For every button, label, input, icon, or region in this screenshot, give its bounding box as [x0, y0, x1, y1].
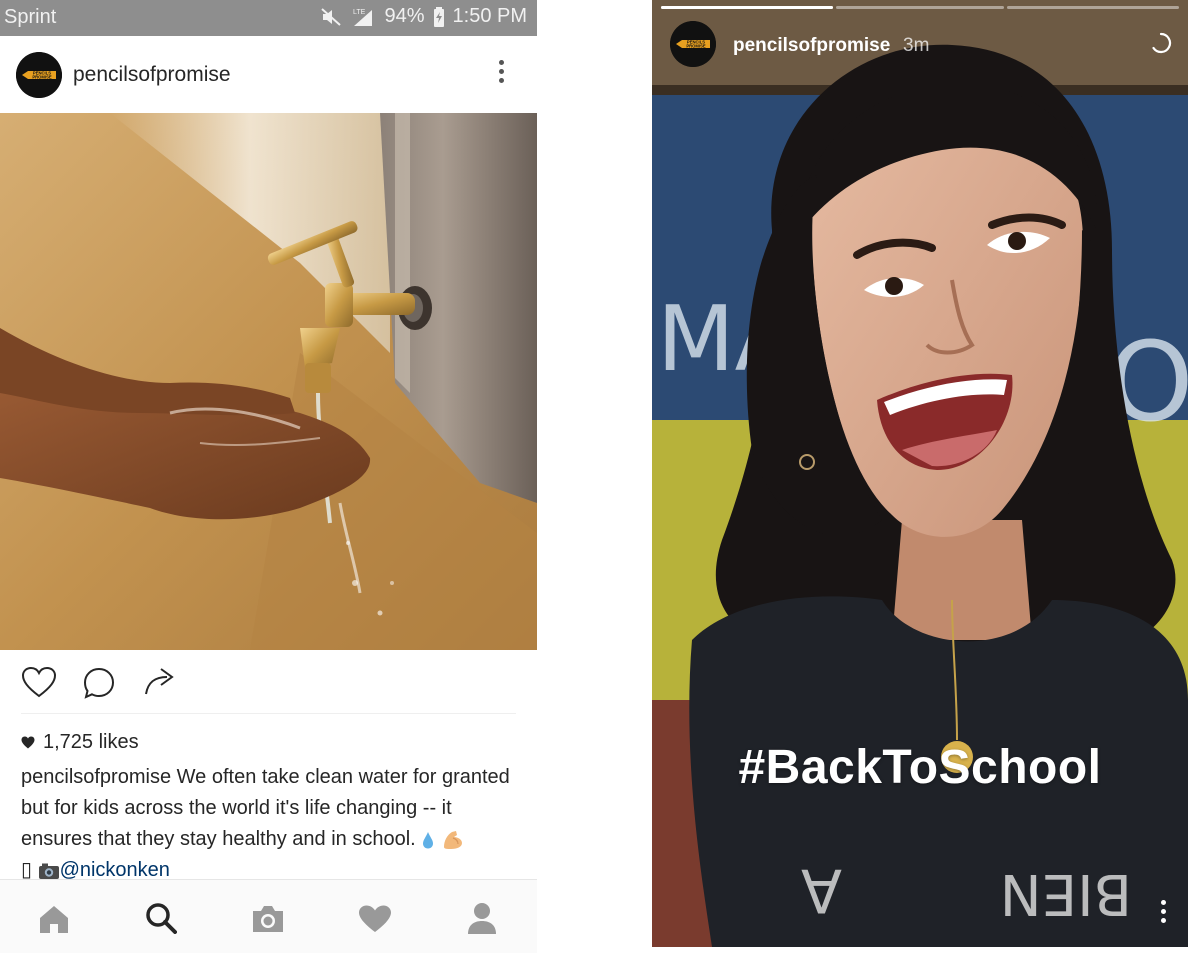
likes-count[interactable]: 1,725 likes [21, 731, 139, 754]
small-heart-icon [21, 736, 35, 749]
status-icons: LTE 94% 1:50 PM [320, 5, 527, 28]
story-header: PENCILS PROMISE pencilsofpromise 3m [652, 18, 1188, 74]
feed-screen: Sprint LTE 94% 1:50 PM PENCILS PROMISE p… [0, 0, 537, 953]
pencils-of-promise-logo-icon: PENCILS PROMISE [16, 52, 62, 98]
story-username[interactable]: pencilsofpromise [733, 35, 890, 57]
comment-icon[interactable] [82, 666, 116, 700]
likes-label: 1,725 likes [43, 731, 139, 753]
post-username[interactable]: pencilsofpromise [73, 63, 231, 87]
story-timestamp: 3m [903, 35, 930, 56]
flexed-biceps-emoji-icon [443, 830, 462, 849]
caption-username[interactable]: pencilsofpromise [21, 766, 171, 788]
bottom-navigation [0, 879, 537, 953]
story-avatar[interactable]: PENCILS PROMISE [670, 21, 716, 67]
shirt-print-right: BIEN [1000, 861, 1132, 926]
camera-emoji-icon [38, 863, 59, 879]
post-actions [0, 650, 537, 714]
home-icon[interactable] [38, 904, 70, 934]
more-options-icon[interactable] [497, 60, 505, 88]
search-icon[interactable] [145, 902, 177, 934]
activity-heart-icon[interactable] [358, 904, 392, 934]
clock: 1:50 PM [452, 5, 527, 27]
story-pencils-of-promise-logo-icon: PENCILS PROMISE [670, 21, 716, 67]
post-header: PENCILS PROMISE pencilsofpromise [0, 36, 537, 113]
story-hashtag-sticker[interactable]: #BackToSchool [652, 740, 1188, 795]
hands-under-tap-photo [0, 113, 537, 650]
status-bar: Sprint LTE 94% 1:50 PM [0, 0, 537, 36]
profile-icon[interactable] [466, 902, 498, 936]
loading-spinner-icon [1152, 32, 1172, 54]
share-icon[interactable] [143, 666, 177, 698]
battery-percent: 94% [384, 5, 425, 27]
avatar[interactable]: PENCILS PROMISE [16, 52, 62, 98]
caption-mention[interactable]: @nickonken [60, 859, 170, 881]
mute-icon [321, 7, 342, 26]
avatar-logo-line-2: PROMISE [32, 75, 52, 80]
story-avatar-logo-line-2: PROMISE [686, 44, 706, 49]
story-progress-3 [1007, 6, 1179, 9]
battery-charging-icon [433, 6, 444, 27]
story-screen[interactable]: MA O A BIEN PENCILS PROMISE pencilsofpro… [652, 0, 1188, 947]
post-caption: pencilsofpromise We often take clean wat… [21, 762, 521, 886]
shirt-print-left: A [801, 855, 842, 925]
signal-icon: LTE [353, 9, 373, 26]
post-photo[interactable] [0, 113, 537, 650]
story-selfie-photo: MA O A BIEN [652, 0, 1188, 947]
story-progress-2 [836, 6, 1004, 9]
droplet-emoji-icon [423, 831, 434, 849]
actions-divider [21, 713, 516, 714]
carrier-label: Sprint [4, 6, 57, 28]
story-progress-1 [661, 6, 833, 9]
network-label: LTE [353, 9, 366, 16]
camera-icon[interactable] [250, 904, 286, 934]
camera-prefix: ▯ [21, 859, 38, 881]
story-more-options-icon[interactable] [1161, 900, 1167, 927]
heart-icon[interactable] [21, 666, 57, 698]
